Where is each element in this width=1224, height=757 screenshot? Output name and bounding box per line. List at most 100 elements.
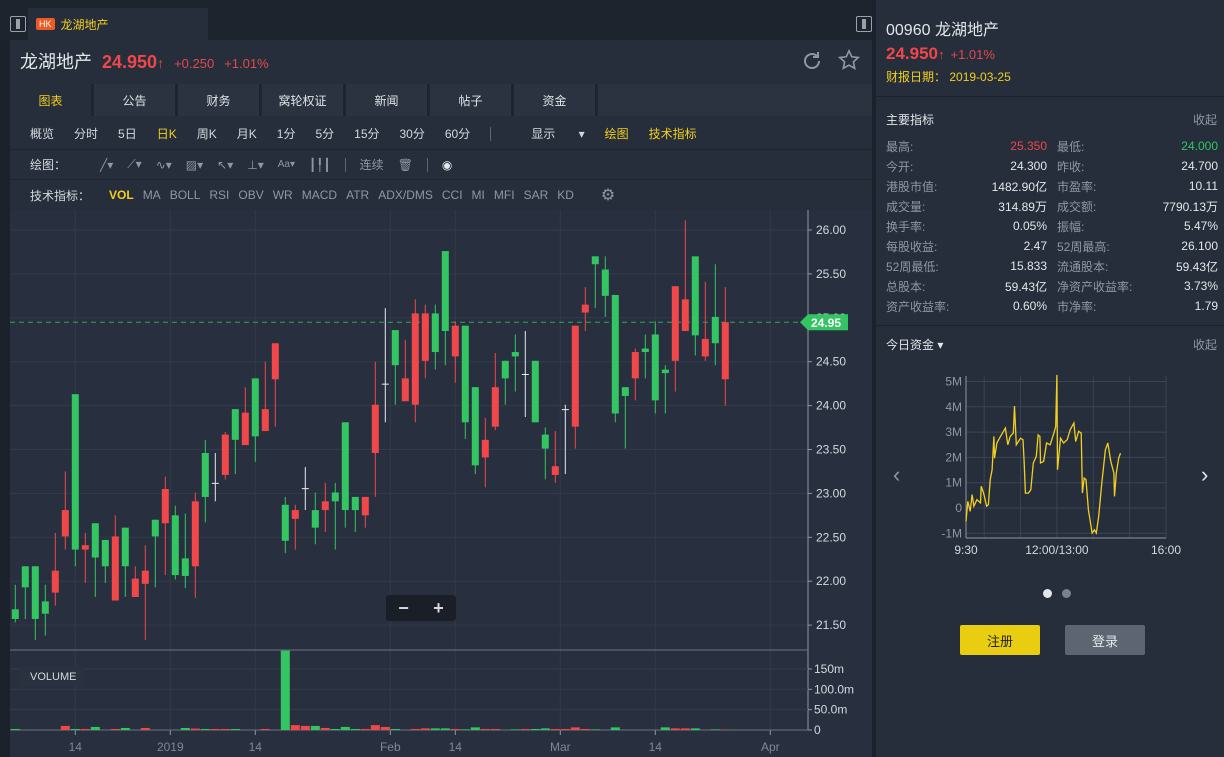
toggle-right-panel-icon[interactable]	[856, 16, 872, 32]
indicators-toggle[interactable]: 技术指标	[649, 125, 697, 142]
volume-bar	[340, 726, 350, 730]
period-60min[interactable]: 60分	[445, 125, 470, 142]
polyline-tool-icon[interactable]: ⟋▾	[127, 157, 141, 172]
wave-tool-icon[interactable]: ∿▾	[156, 158, 172, 172]
y-tick-label: 26.00	[816, 223, 846, 237]
volume-bar	[310, 725, 320, 730]
prev-chart-arrow-icon[interactable]: ‹	[893, 462, 900, 488]
trash-icon[interactable]: 🗑	[398, 158, 413, 172]
candle-body	[381, 383, 389, 385]
zoom-in-button[interactable]: +	[433, 598, 444, 619]
indicator-kd[interactable]: KD	[557, 188, 574, 202]
indicator-vol[interactable]: VOL	[109, 188, 134, 202]
volume-bar	[390, 728, 400, 730]
indicator-ma[interactable]: MA	[143, 188, 161, 202]
tab-capital[interactable]: 资金	[514, 84, 595, 116]
text-tool-icon[interactable]: Aa▾	[278, 159, 295, 170]
collapse-flow-link[interactable]: 收起	[1193, 336, 1217, 353]
period-15min[interactable]: 15分	[354, 125, 379, 142]
display-dropdown[interactable]: 显示 ▾	[531, 125, 584, 142]
candle-body	[711, 316, 719, 344]
collapse-indicators-link[interactable]: 收起	[1193, 111, 1217, 128]
candle-body	[651, 334, 659, 401]
indicator-value: 5.47%	[1183, 219, 1218, 233]
tab-chart[interactable]: 图表	[10, 84, 91, 116]
candle-body	[101, 539, 109, 567]
period-weekly[interactable]: 周K	[197, 125, 217, 142]
draw-toggle[interactable]: 绘图	[605, 125, 629, 142]
indicator-adx-dms[interactable]: ADX/DMS	[378, 188, 433, 202]
x-tick-label: Mar	[550, 740, 571, 754]
tab-announcements[interactable]: 公告	[94, 84, 175, 116]
volume-bar	[80, 728, 90, 730]
candle-body	[231, 409, 239, 440]
period-overview[interactable]: 概览	[30, 125, 54, 142]
measure-tool-icon[interactable]: ⊥▾	[247, 158, 263, 172]
indicator-sar[interactable]: SAR	[524, 188, 549, 202]
candle-body	[151, 519, 159, 537]
zoom-out-button[interactable]: −	[398, 598, 409, 619]
candle-body	[701, 338, 709, 357]
period-intraday[interactable]: 分时	[74, 125, 98, 142]
indicator-atr[interactable]: ATR	[346, 188, 369, 202]
period-1min[interactable]: 1分	[277, 125, 296, 142]
last-price: 24.950↑	[102, 52, 165, 72]
tab-warrants[interactable]: 窝轮权证	[262, 84, 343, 116]
y-tick-label: 22.00	[816, 574, 846, 588]
indicator-cci[interactable]: CCI	[442, 188, 463, 202]
candle-body	[121, 527, 129, 567]
tab-financials[interactable]: 财务	[178, 84, 259, 116]
period-5day[interactable]: 5日	[118, 125, 137, 142]
capital-flow-dropdown[interactable]: 今日资金 ▾	[886, 336, 943, 353]
period-daily[interactable]: 日K	[157, 125, 177, 142]
star-icon[interactable]	[838, 49, 860, 71]
register-button[interactable]: 注册	[960, 625, 1040, 655]
arrow-tool-icon[interactable]: ↖▾	[217, 158, 233, 172]
settings-gear-icon[interactable]: ⚙	[601, 185, 615, 205]
fibonacci-tool-icon[interactable]: ▨▾	[186, 158, 203, 172]
toggle-sidebar-icon[interactable]	[10, 16, 26, 32]
stock-tab-title: 龙湖地产	[60, 17, 109, 32]
carousel-dot-active[interactable]	[1043, 589, 1052, 598]
volume-bar	[320, 727, 330, 730]
x-tick-label: 12:00/13:00	[1025, 543, 1089, 557]
indicator-value: 7790.13万	[1162, 199, 1218, 214]
volume-bar	[440, 728, 450, 730]
eye-icon[interactable]: ◉	[442, 158, 452, 172]
carousel-dot[interactable]	[1062, 589, 1071, 598]
indicator-wr[interactable]: WR	[273, 188, 293, 202]
line-tool-icon[interactable]: ╱▾	[100, 158, 113, 172]
indicator-mfi[interactable]: MFI	[494, 188, 515, 202]
indicator-value: 24.300	[1010, 159, 1047, 173]
y-tick-label: 4M	[945, 400, 962, 414]
period-5min[interactable]: 5分	[315, 125, 334, 142]
tab-news[interactable]: 新闻	[346, 84, 427, 116]
indicator-macd[interactable]: MACD	[302, 188, 337, 202]
next-chart-arrow-icon[interactable]: ›	[1201, 462, 1208, 488]
candle-body	[261, 409, 269, 432]
candle-body	[391, 330, 399, 366]
period-monthly[interactable]: 月K	[237, 125, 257, 142]
tab-posts[interactable]: 帖子	[430, 84, 511, 116]
candle-body	[351, 496, 359, 511]
indicator-obv[interactable]: OBV	[238, 188, 263, 202]
indicator-row: 港股市值: 1482.90亿 市盈率: 10.11	[886, 176, 1218, 196]
candlestick-chart[interactable]: 26.0025.5025.0024.5024.0023.5023.0022.50…	[10, 210, 872, 757]
refresh-icon[interactable]	[801, 50, 823, 72]
candle-body	[441, 251, 449, 331]
candle-tool-icon[interactable]: ┃╿┃	[309, 158, 331, 172]
volume-bar	[180, 727, 190, 730]
indicator-mi[interactable]: MI	[472, 188, 485, 202]
continuous-toggle[interactable]: 连续	[360, 156, 384, 173]
period-30min[interactable]: 30分	[400, 125, 425, 142]
candle-body	[311, 510, 319, 528]
indicator-label: 总股本:	[886, 279, 926, 294]
candle-body	[641, 348, 649, 353]
login-button[interactable]: 登录	[1065, 625, 1145, 655]
volume-bar	[70, 728, 80, 730]
volume-bar	[710, 729, 720, 730]
indicator-boll[interactable]: BOLL	[170, 188, 201, 202]
indicator-label: 市净率:	[1057, 299, 1097, 314]
stock-tab[interactable]: HK 龙湖地产	[28, 8, 208, 40]
indicator-rsi[interactable]: RSI	[209, 188, 229, 202]
